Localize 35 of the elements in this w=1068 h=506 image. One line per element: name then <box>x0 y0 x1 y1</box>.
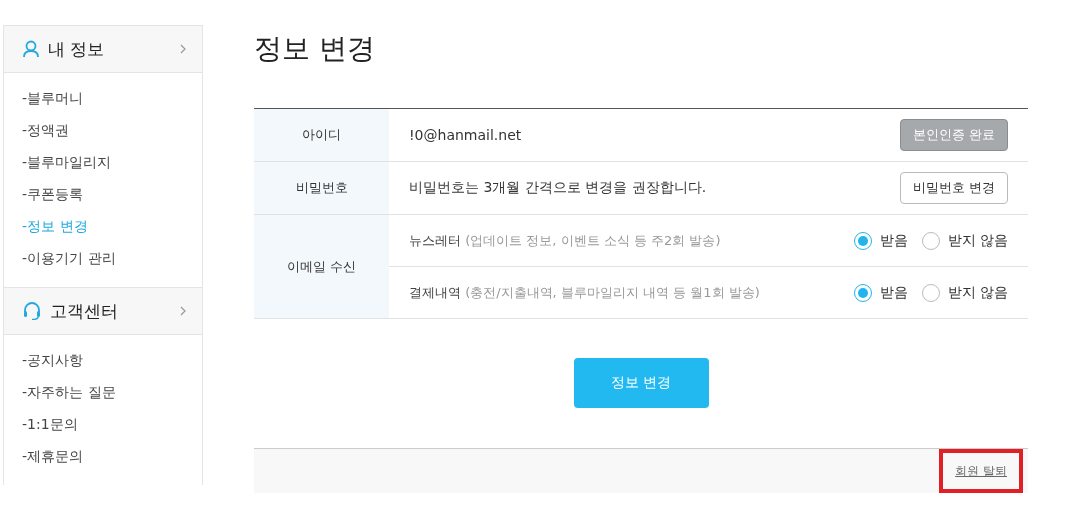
sidebar-item[interactable]: -정액권 <box>22 115 70 147</box>
row-label: 이메일 수신 <box>254 215 389 318</box>
radio-button[interactable] <box>853 283 872 302</box>
sidebar-item[interactable]: -제휴문의 <box>22 441 84 473</box>
radio-button[interactable] <box>921 231 940 250</box>
section-title: 내 정보 <box>48 37 106 61</box>
page-title: 정보 변경 <box>254 31 376 67</box>
row-value: !0@hanmail.net <box>409 127 522 143</box>
option-text: 뉴스레터 (업데이트 정보, 이벤트 소식 등 주2회 발송) <box>409 231 721 250</box>
sidebar-item[interactable]: -1:1문의 <box>22 409 78 441</box>
radio-button[interactable] <box>853 231 872 250</box>
sidebar-item[interactable]: -블루머니 <box>22 83 84 115</box>
option-text: 결제내역 (충전/지출내역, 블루마일리지 내역 등 월1회 발송) <box>409 283 760 302</box>
person-icon <box>22 40 40 58</box>
sidebar-section-header[interactable]: 내 정보 <box>4 26 202 73</box>
sidebar-item[interactable]: -쿠폰등록 <box>22 179 84 211</box>
chevron-icon <box>180 306 186 316</box>
radio-button[interactable] <box>921 283 940 302</box>
radio-label[interactable]: 받음 <box>879 283 908 302</box>
section-title: 고객센터 <box>50 299 119 323</box>
radio-label[interactable]: 받지 않음 <box>947 231 1008 250</box>
headset-icon <box>22 302 42 320</box>
withdraw-link[interactable]: 회원 탈퇴 <box>955 462 1007 480</box>
sidebar-item[interactable]: -자주하는 질문 <box>22 377 116 409</box>
sidebar-item[interactable]: -이용기기 관리 <box>22 243 116 275</box>
row-button[interactable]: 비밀번호 변경 <box>899 172 1008 204</box>
chevron-icon <box>180 44 186 54</box>
radio-label[interactable]: 받음 <box>879 231 908 250</box>
sidebar-item[interactable]: -블루마일리지 <box>22 147 112 179</box>
radio-label[interactable]: 받지 않음 <box>947 283 1008 302</box>
row-value: 비밀번호는 3개월 간격으로 변경을 권장합니다. <box>409 179 707 197</box>
row-label: 비밀번호 <box>254 162 389 214</box>
sidebar-section-header[interactable]: 고객센터 <box>4 287 202 335</box>
row-label: 아이디 <box>254 109 389 161</box>
sidebar-item[interactable]: -공지사항 <box>22 345 84 377</box>
